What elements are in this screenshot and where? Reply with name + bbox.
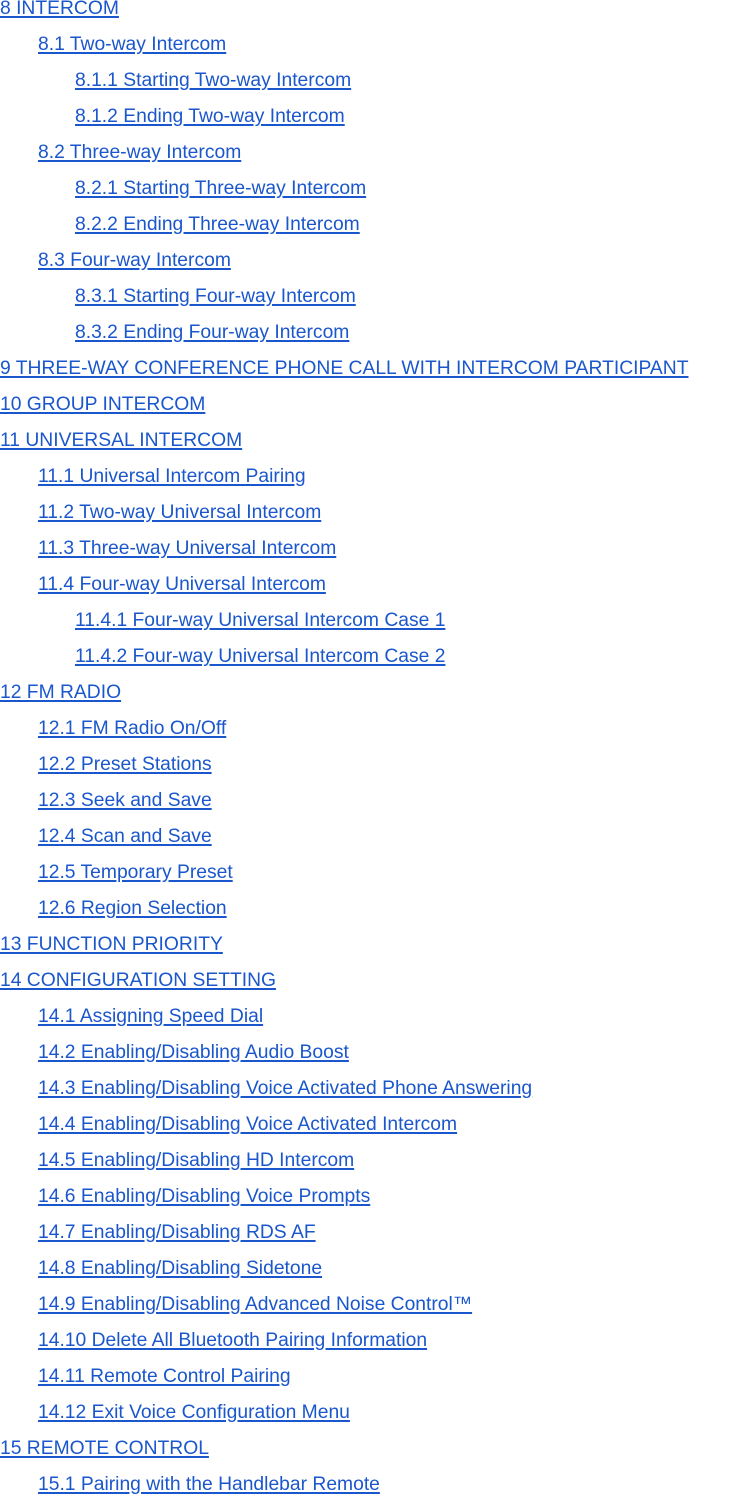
toc-link[interactable]: 12.4 Scan and Save (38, 826, 212, 847)
toc-section-entry: 14.11 Remote Control Pairing (0, 1359, 751, 1395)
toc-link[interactable]: 11 UNIVERSAL INTERCOM (0, 430, 242, 451)
toc-link[interactable]: 11.3 Three-way Universal Intercom (38, 538, 336, 559)
toc-section-entry: 14.7 Enabling/Disabling RDS AF (0, 1215, 751, 1251)
toc-section-entry: 11.3 Three-way Universal Intercom (0, 531, 751, 567)
toc-section-entry: 14.4 Enabling/Disabling Voice Activated … (0, 1107, 751, 1143)
toc-section-entry: 14.1 Assigning Speed Dial (0, 999, 751, 1035)
toc-link[interactable]: 11.4.2 Four-way Universal Intercom Case … (75, 646, 445, 667)
toc-link[interactable]: 14.12 Exit Voice Configuration Menu (38, 1402, 350, 1423)
toc-link[interactable]: 14.1 Assigning Speed Dial (38, 1006, 263, 1027)
toc-link[interactable]: 8.3.2 Ending Four-way Intercom (75, 322, 349, 343)
toc-subsection-entry: 11.4.2 Four-way Universal Intercom Case … (0, 639, 751, 675)
toc-section-entry: 8.3 Four-way Intercom (0, 243, 751, 279)
toc-link[interactable]: 12.1 FM Radio On/Off (38, 718, 226, 739)
toc-section-entry: 15.1 Pairing with the Handlebar Remote (0, 1467, 751, 1503)
toc-link[interactable]: 12.2 Preset Stations (38, 754, 212, 775)
toc-subsection-entry: 8.1.1 Starting Two-way Intercom (0, 63, 751, 99)
toc-link[interactable]: 8.3 Four-way Intercom (38, 250, 231, 271)
toc-chapter-entry: 12 FM RADIO (0, 675, 751, 711)
table-of-contents: 8 INTERCOM 8.1 Two-way Intercom 8.1.1 Star… (0, 0, 751, 1503)
toc-link[interactable]: 12 FM RADIO (0, 682, 121, 703)
toc-link[interactable]: 8 INTERCOM (0, 0, 119, 19)
toc-section-entry: 14.5 Enabling/Disabling HD Intercom (0, 1143, 751, 1179)
toc-link[interactable]: 14 CONFIGURATION SETTING (0, 970, 276, 991)
toc-link[interactable]: 15.1 Pairing with the Handlebar Remote (38, 1474, 380, 1495)
toc-link[interactable]: 14.11 Remote Control Pairing (38, 1366, 291, 1387)
toc-link[interactable]: 12.5 Temporary Preset (38, 862, 233, 883)
toc-link[interactable]: 14.4 Enabling/Disabling Voice Activated … (38, 1114, 457, 1135)
toc-link[interactable]: 8.1.2 Ending Two-way Intercom (75, 106, 345, 127)
toc-section-entry: 12.2 Preset Stations (0, 747, 751, 783)
toc-section-entry: 8.2 Three-way Intercom (0, 135, 751, 171)
toc-link[interactable]: 11.4.1 Four-way Universal Intercom Case … (75, 610, 445, 631)
toc-link[interactable]: 12.3 Seek and Save (38, 790, 212, 811)
toc-link[interactable]: 8.1.1 Starting Two-way Intercom (75, 70, 351, 91)
toc-link[interactable]: 10 GROUP INTERCOM (0, 394, 205, 415)
toc-chapter-entry: 8 INTERCOM (0, 0, 751, 27)
toc-link[interactable]: 8.2.1 Starting Three-way Intercom (75, 178, 366, 199)
toc-section-entry: 14.12 Exit Voice Configuration Menu (0, 1395, 751, 1431)
toc-section-entry: 12.6 Region Selection (0, 891, 751, 927)
toc-link[interactable]: 14.3 Enabling/Disabling Voice Activated … (38, 1078, 532, 1099)
toc-subsection-entry: 8.3.1 Starting Four-way Intercom (0, 279, 751, 315)
toc-link[interactable]: 11.2 Two-way Universal Intercom (38, 502, 321, 523)
toc-section-entry: 14.3 Enabling/Disabling Voice Activated … (0, 1071, 751, 1107)
toc-section-entry: 11.1 Universal Intercom Pairing (0, 459, 751, 495)
toc-link[interactable]: 14.9 Enabling/Disabling Advanced Noise C… (38, 1294, 472, 1315)
toc-section-entry: 14.2 Enabling/Disabling Audio Boost (0, 1035, 751, 1071)
toc-chapter-entry: 13 FUNCTION PRIORITY (0, 927, 751, 963)
toc-chapter-entry: 9 THREE-WAY CONFERENCE PHONE CALL WITH I… (0, 351, 751, 387)
toc-chapter-entry: 10 GROUP INTERCOM (0, 387, 751, 423)
toc-link[interactable]: 12.6 Region Selection (38, 898, 227, 919)
toc-link[interactable]: 9 THREE-WAY CONFERENCE PHONE CALL WITH I… (0, 358, 688, 379)
toc-link[interactable]: 8.3.1 Starting Four-way Intercom (75, 286, 356, 307)
toc-link[interactable]: 14.2 Enabling/Disabling Audio Boost (38, 1042, 349, 1063)
toc-section-entry: 14.8 Enabling/Disabling Sidetone (0, 1251, 751, 1287)
toc-section-entry: 8.1 Two-way Intercom (0, 27, 751, 63)
toc-link[interactable]: 15 REMOTE CONTROL (0, 1438, 209, 1459)
toc-link[interactable]: 13 FUNCTION PRIORITY (0, 934, 223, 955)
toc-subsection-entry: 8.3.2 Ending Four-way Intercom (0, 315, 751, 351)
toc-link[interactable]: 11.4 Four-way Universal Intercom (38, 574, 326, 595)
toc-section-entry: 14.9 Enabling/Disabling Advanced Noise C… (0, 1287, 751, 1323)
toc-section-entry: 11.2 Two-way Universal Intercom (0, 495, 751, 531)
toc-link[interactable]: 14.8 Enabling/Disabling Sidetone (38, 1258, 322, 1279)
toc-section-entry: 11.4 Four-way Universal Intercom (0, 567, 751, 603)
toc-subsection-entry: 8.1.2 Ending Two-way Intercom (0, 99, 751, 135)
toc-link[interactable]: 14.6 Enabling/Disabling Voice Prompts (38, 1186, 370, 1207)
toc-section-entry: 14.6 Enabling/Disabling Voice Prompts (0, 1179, 751, 1215)
toc-link[interactable]: 14.5 Enabling/Disabling HD Intercom (38, 1150, 354, 1171)
toc-subsection-entry: 8.2.1 Starting Three-way Intercom (0, 171, 751, 207)
toc-chapter-entry: 11 UNIVERSAL INTERCOM (0, 423, 751, 459)
toc-link[interactable]: 8.2 Three-way Intercom (38, 142, 241, 163)
toc-link[interactable]: 14.7 Enabling/Disabling RDS AF (38, 1222, 316, 1243)
toc-link[interactable]: 11.1 Universal Intercom Pairing (38, 466, 306, 487)
toc-subsection-entry: 8.2.2 Ending Three-way Intercom (0, 207, 751, 243)
toc-link[interactable]: 14.10 Delete All Bluetooth Pairing Infor… (38, 1330, 427, 1351)
toc-subsection-entry: 11.4.1 Four-way Universal Intercom Case … (0, 603, 751, 639)
toc-section-entry: 12.4 Scan and Save (0, 819, 751, 855)
toc-link[interactable]: 8.1 Two-way Intercom (38, 34, 226, 55)
toc-chapter-entry: 15 REMOTE CONTROL (0, 1431, 751, 1467)
toc-link[interactable]: 8.2.2 Ending Three-way Intercom (75, 214, 360, 235)
toc-section-entry: 12.1 FM Radio On/Off (0, 711, 751, 747)
toc-chapter-entry: 14 CONFIGURATION SETTING (0, 963, 751, 999)
toc-section-entry: 12.5 Temporary Preset (0, 855, 751, 891)
toc-section-entry: 12.3 Seek and Save (0, 783, 751, 819)
toc-section-entry: 14.10 Delete All Bluetooth Pairing Infor… (0, 1323, 751, 1359)
